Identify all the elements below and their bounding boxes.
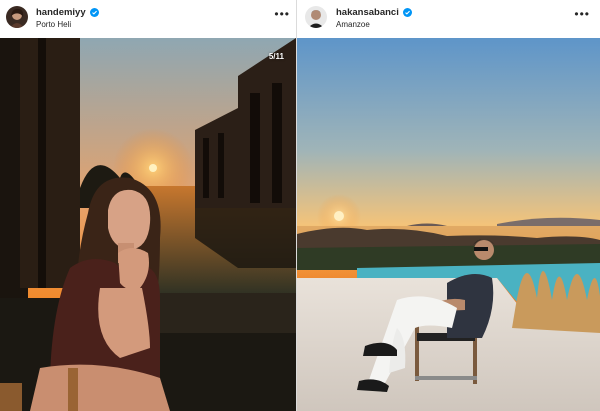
- post-photo[interactable]: [297, 38, 600, 411]
- post-header: hakansabanci Amanzoe •••: [297, 0, 600, 38]
- avatar[interactable]: [6, 6, 28, 28]
- location-label[interactable]: Porto Heli: [36, 20, 71, 29]
- location-label[interactable]: Amanzoe: [336, 20, 370, 29]
- username[interactable]: hakansabanci: [336, 7, 399, 18]
- more-options-icon[interactable]: •••: [574, 8, 590, 20]
- username-row: hakansabanci: [336, 7, 412, 18]
- verified-badge-icon: [402, 8, 412, 17]
- post-header: handemiyy Porto Heli •••: [0, 0, 296, 38]
- username-row: handemiyy: [36, 7, 99, 18]
- avatar[interactable]: [305, 6, 327, 28]
- carousel-counter: 5/11: [268, 52, 284, 61]
- post-photo[interactable]: [0, 38, 296, 411]
- post-handemiyy: handemiyy Porto Heli ••• 5/11: [0, 0, 296, 411]
- more-options-icon[interactable]: •••: [274, 8, 290, 20]
- verified-badge-icon: [89, 8, 99, 17]
- username[interactable]: handemiyy: [36, 7, 86, 18]
- post-hakansabanci: hakansabanci Amanzoe •••: [297, 0, 600, 411]
